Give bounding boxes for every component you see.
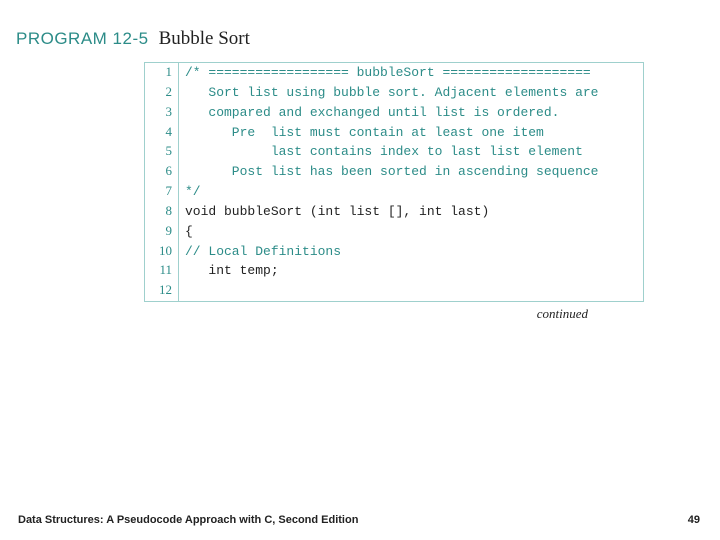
line-number: 9 [145,222,179,242]
line-number: 2 [145,83,179,103]
code-line: 12 [145,281,644,301]
code-text: { [179,222,644,242]
line-number: 4 [145,123,179,143]
code-line: 10// Local Definitions [145,242,644,262]
code-text: last contains index to last list element [179,142,644,162]
code-text: */ [179,182,644,202]
code-table: 1/* ================== bubbleSort ======… [144,62,644,302]
code-text: Pre list must contain at least one item [179,123,644,143]
code-text: int temp; [179,261,644,281]
code-text: // Local Definitions [179,242,644,262]
code-line: 8void bubbleSort (int list [], int last) [145,202,644,222]
code-text: void bubbleSort (int list [], int last) [179,202,644,222]
code-line: 2 Sort list using bubble sort. Adjacent … [145,83,644,103]
program-number: PROGRAM 12-5 [16,29,149,49]
line-number: 8 [145,202,179,222]
footer-book-title: Data Structures: A Pseudocode Approach w… [18,514,358,526]
code-line: 9{ [145,222,644,242]
page: PROGRAM 12-5 Bubble Sort 1/* ===========… [0,0,720,540]
code-line: 11 int temp; [145,261,644,281]
line-number: 12 [145,281,179,301]
line-number: 10 [145,242,179,262]
code-text: compared and exchanged until list is ord… [179,103,644,123]
code-line: 7*/ [145,182,644,202]
line-number: 5 [145,142,179,162]
continued-label: continued [144,306,588,322]
footer: Data Structures: A Pseudocode Approach w… [0,514,720,526]
code-text: Post list has been sorted in ascending s… [179,162,644,182]
footer-page-number: 49 [688,514,700,526]
line-number: 11 [145,261,179,281]
code-listing: 1/* ================== bubbleSort ======… [144,62,644,322]
code-line: 6 Post list has been sorted in ascending… [145,162,644,182]
line-number: 3 [145,103,179,123]
line-number: 7 [145,182,179,202]
program-header: PROGRAM 12-5 Bubble Sort [16,28,702,56]
program-title: Bubble Sort [159,28,250,50]
code-line: 1/* ================== bubbleSort ======… [145,63,644,83]
code-text: Sort list using bubble sort. Adjacent el… [179,83,644,103]
code-line: 4 Pre list must contain at least one ite… [145,123,644,143]
code-line: 5 last contains index to last list eleme… [145,142,644,162]
line-number: 1 [145,63,179,83]
code-text: /* ================== bubbleSort =======… [179,63,644,83]
line-number: 6 [145,162,179,182]
code-line: 3 compared and exchanged until list is o… [145,103,644,123]
code-text [179,281,644,301]
